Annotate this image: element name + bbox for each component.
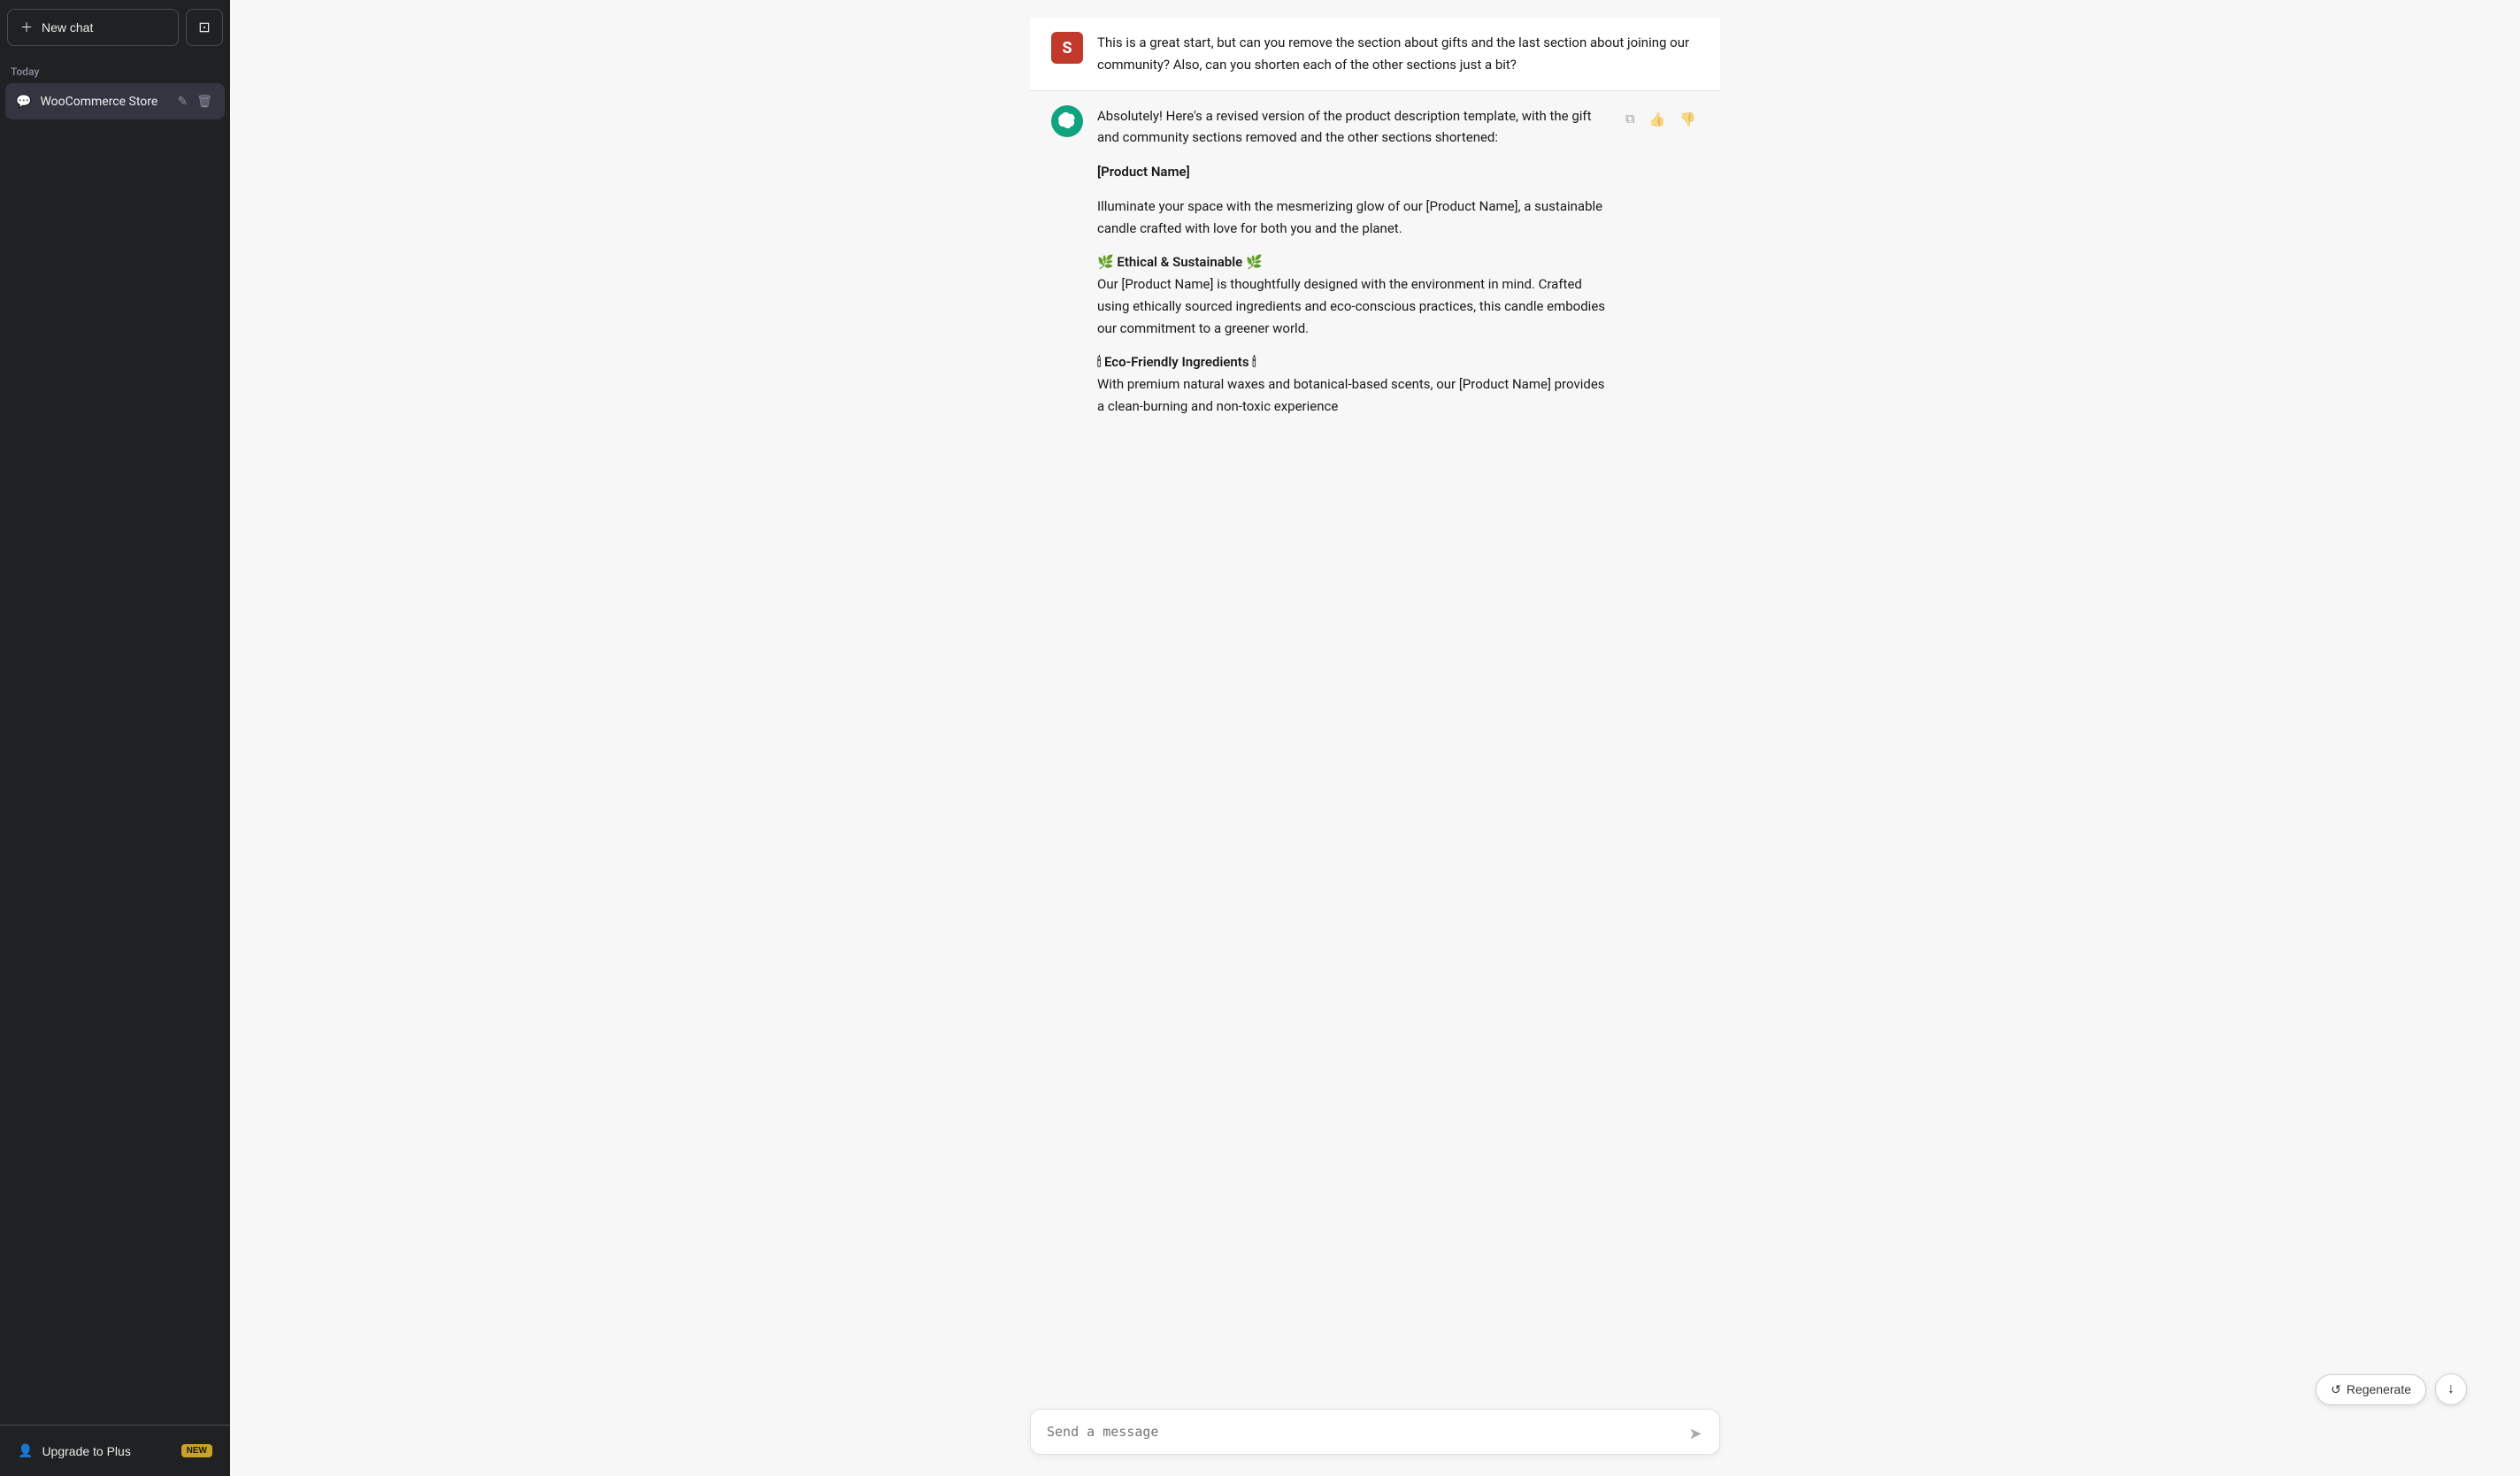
scroll-down-button[interactable]: ↓ bbox=[2435, 1373, 2467, 1405]
copy-icon: ⧉ bbox=[1625, 111, 1635, 127]
assistant-avatar bbox=[1051, 105, 1083, 137]
new-chat-label: New chat bbox=[42, 20, 93, 35]
scroll-down-icon: ↓ bbox=[2447, 1381, 2455, 1397]
thumbup-button[interactable]: 👍 bbox=[1647, 109, 1669, 130]
toggle-sidebar-button[interactable]: ⊡ bbox=[186, 9, 223, 46]
sidebar-bottom: 👤 Upgrade to Plus NEW bbox=[0, 1425, 230, 1476]
assistant-tagline: Illuminate your space with the mesmerizi… bbox=[1097, 196, 1609, 240]
delete-chat-button[interactable]: 🗑 bbox=[195, 92, 214, 111]
today-section-label: Today bbox=[0, 55, 230, 81]
regenerate-icon: ↺ bbox=[2331, 1382, 2341, 1397]
user-message: S This is a great start, but can you rem… bbox=[1030, 18, 1720, 90]
upgrade-button[interactable]: 👤 Upgrade to Plus NEW bbox=[7, 1434, 223, 1467]
section1-heading: 🌿 Ethical & Sustainable 🌿 bbox=[1097, 254, 1263, 270]
message-actions: ⧉ 👍 👎 bbox=[1623, 105, 1699, 130]
user-icon: 👤 bbox=[18, 1443, 33, 1458]
sidebar-top: ＋ New chat ⊡ bbox=[0, 0, 230, 55]
new-chat-button[interactable]: ＋ New chat bbox=[7, 9, 179, 46]
copy-button[interactable]: ⧉ bbox=[1623, 109, 1638, 129]
send-button[interactable]: ➤ bbox=[1681, 1419, 1709, 1448]
edit-chat-button[interactable]: ✎ bbox=[175, 92, 189, 111]
floating-actions: ↺ Regenerate ↓ bbox=[2316, 1373, 2467, 1405]
chat-messages: S This is a great start, but can you rem… bbox=[230, 0, 2520, 1398]
thumbdown-button[interactable]: 👎 bbox=[1677, 109, 1699, 130]
new-badge: NEW bbox=[181, 1444, 212, 1457]
regenerate-label: Regenerate bbox=[2347, 1382, 2411, 1396]
input-container: ➤ bbox=[1030, 1409, 1720, 1459]
sidebar: ＋ New chat ⊡ Today 💬 WooCommerce Store ✎… bbox=[0, 0, 230, 1476]
user-message-text: This is a great start, but can you remov… bbox=[1097, 32, 1699, 76]
chat-input[interactable] bbox=[1030, 1409, 1720, 1456]
user-avatar: S bbox=[1051, 32, 1083, 64]
thumbdown-icon: 👎 bbox=[1679, 112, 1696, 127]
user-avatar-letter: S bbox=[1062, 39, 1072, 58]
assistant-intro: Absolutely! Here's a revised version of … bbox=[1097, 105, 1609, 150]
send-icon: ➤ bbox=[1688, 1425, 1702, 1443]
assistant-message-content: Absolutely! Here's a revised version of … bbox=[1097, 105, 1609, 418]
chat-item-label: WooCommerce Store bbox=[40, 95, 175, 109]
chat-item-actions: ✎ 🗑 bbox=[175, 92, 214, 111]
upgrade-label: Upgrade to Plus bbox=[42, 1444, 130, 1458]
section2-heading: 🕯 Eco-Friendly Ingredients 🕯 bbox=[1097, 354, 1256, 370]
chat-bottom: ↺ Regenerate ↓ ➤ bbox=[230, 1398, 2520, 1476]
chat-item-icon: 💬 bbox=[16, 95, 31, 109]
main-content: S This is a great start, but can you rem… bbox=[230, 0, 2520, 1476]
user-message-content: This is a great start, but can you remov… bbox=[1097, 32, 1699, 76]
section2-text: With premium natural waxes and botanical… bbox=[1097, 376, 1605, 414]
sidebar-toggle-icon: ⊡ bbox=[198, 19, 210, 36]
assistant-message: Absolutely! Here's a revised version of … bbox=[1030, 91, 1720, 432]
chat-item-woocommerce[interactable]: 💬 WooCommerce Store ✎ 🗑 bbox=[5, 83, 225, 119]
plus-icon: ＋ bbox=[20, 19, 33, 36]
product-name-label: [Product Name] bbox=[1097, 164, 1190, 180]
regenerate-button[interactable]: ↺ Regenerate bbox=[2316, 1374, 2426, 1405]
thumbup-icon: 👍 bbox=[1649, 112, 1666, 127]
section1-text: Our [Product Name] is thoughtfully desig… bbox=[1097, 276, 1605, 336]
